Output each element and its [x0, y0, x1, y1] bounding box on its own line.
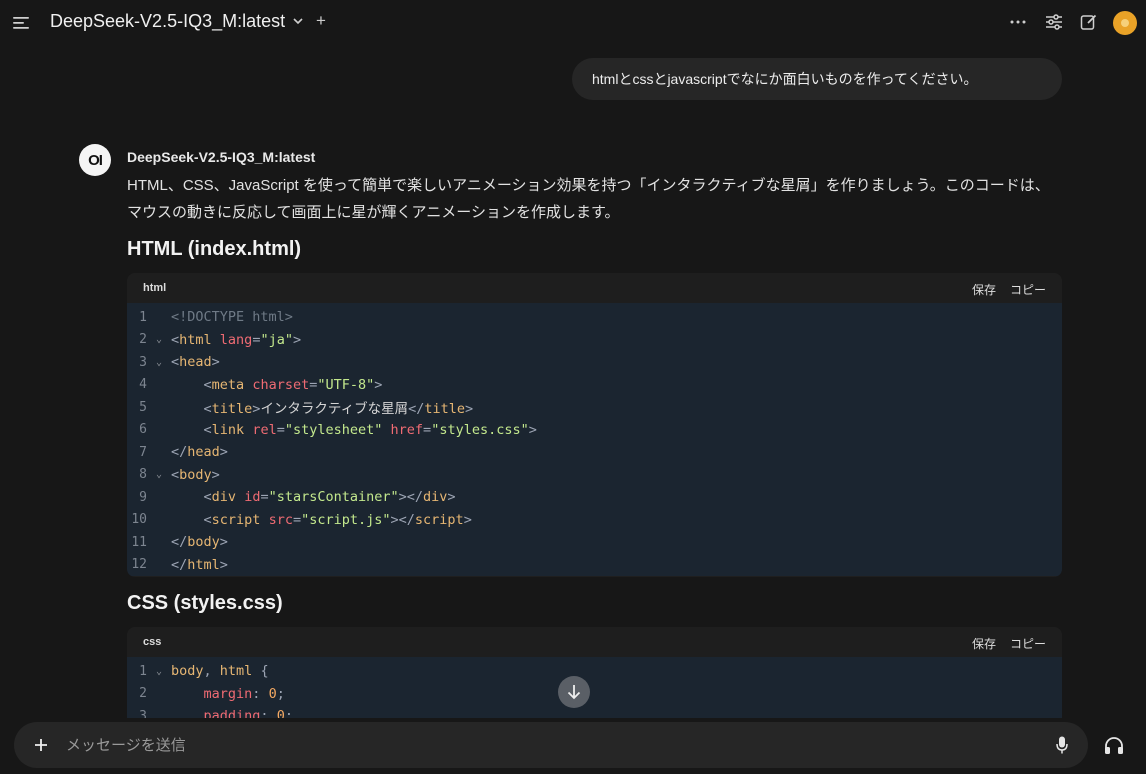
code-text: <!DOCTYPE html> [171, 309, 293, 326]
user-message-bubble: htmlとcssとjavascriptでなにか面白いものを作ってください。 [572, 58, 1062, 100]
code-line: 6 <link rel="stylesheet" href="styles.cs… [127, 419, 1062, 442]
line-number: 2 [139, 686, 147, 702]
line-number: 7 [139, 444, 147, 460]
code-text: <head> [171, 354, 220, 371]
line-number: 12 [131, 557, 147, 573]
code-language-label: css [143, 636, 162, 648]
css-section-heading: CSS (styles.css) [127, 592, 283, 614]
line-number: 8 [139, 467, 147, 483]
user-avatar[interactable] [1113, 11, 1137, 35]
sidebar-toggle-icon[interactable] [12, 13, 32, 33]
code-block-header: html 保存 コピー [127, 273, 1062, 303]
message-input-bar [14, 722, 1088, 768]
scroll-to-bottom-button[interactable] [558, 676, 590, 708]
user-message-text: htmlとcssとjavascriptでなにか面白いものを作ってください。 [592, 71, 978, 87]
copy-button[interactable]: コピー [1010, 635, 1046, 652]
top-bar: DeepSeek-V2.5-IQ3_M:latest + [0, 0, 1146, 46]
fold-chevron-icon[interactable]: ⌄ [147, 666, 171, 677]
code-line: 8 ⌄ <body> [127, 464, 1062, 487]
save-button[interactable]: 保存 [972, 635, 996, 652]
code-text: <meta charset="UTF-8"> [203, 376, 383, 393]
code-text: margin: 0; [203, 685, 285, 702]
code-text: <div id="starsContainer"></div> [203, 489, 456, 506]
assistant-logo: OI [79, 144, 111, 176]
microphone-icon[interactable] [1052, 735, 1072, 755]
fold-chevron-icon[interactable]: ⌄ [147, 357, 171, 368]
new-chat-edit-icon[interactable] [1079, 12, 1099, 32]
code-language-label: html [143, 282, 167, 294]
line-number: 10 [131, 512, 147, 528]
code-line: 3 ⌄ <head> [127, 351, 1062, 374]
code-text: <html lang="ja"> [171, 331, 302, 348]
html-code-block: html 保存 コピー 1 <!DOCTYPE html> 2 ⌄ <html lang… [127, 273, 1062, 577]
line-number: 11 [131, 534, 147, 550]
add-model-button[interactable]: + [316, 11, 326, 31]
save-button[interactable]: 保存 [972, 281, 996, 298]
fold-chevron-icon[interactable]: ⌄ [147, 334, 171, 345]
code-block-header: css 保存 コピー [127, 627, 1062, 657]
code-text: </body> [171, 534, 228, 551]
fold-chevron-icon[interactable]: ⌄ [147, 469, 171, 480]
code-editor[interactable]: 1 <!DOCTYPE html> 2 ⌄ <html lang="ja"> 3 ⌄ <hea… [127, 303, 1062, 576]
code-text: </head> [171, 444, 228, 461]
code-text: <title>インタラクティブな星屑</title> [203, 401, 474, 418]
arrow-down-icon [567, 685, 581, 700]
model-selector[interactable]: DeepSeek-V2.5-IQ3_M:latest [50, 11, 303, 32]
code-line: 11 </body> [127, 531, 1062, 554]
code-line: 5 <title>インタラクティブな星屑</title> [127, 396, 1062, 419]
line-number: 6 [139, 422, 147, 438]
code-text: <body> [171, 466, 220, 483]
code-line: 12 </html> [127, 554, 1062, 577]
code-line: 10 <script src="script.js"></script> [127, 509, 1062, 532]
headphones-icon[interactable] [1102, 734, 1126, 758]
code-text: <link rel="stylesheet" href="styles.css"… [203, 421, 537, 438]
line-number: 9 [139, 489, 147, 505]
code-line: 2 margin: 0; [127, 683, 1062, 706]
code-editor[interactable]: 1 ⌄ body, html {2 margin: 0; 3 padding: 0; [127, 657, 1062, 728]
html-section-heading: HTML (index.html) [127, 238, 302, 260]
code-line: 4 <meta charset="UTF-8"> [127, 374, 1062, 397]
settings-sliders-icon[interactable] [1044, 12, 1064, 32]
chevron-down-icon [293, 16, 303, 28]
line-number: 3 [139, 354, 147, 370]
message-input[interactable] [66, 734, 1026, 756]
assistant-intro-text: HTML、CSS、JavaScript を使って簡単で楽しいアニメーション効果を… [127, 177, 1050, 221]
code-line: 7 </head> [127, 441, 1062, 464]
code-text: body, html { [171, 663, 269, 680]
code-line: 1 ⌄ body, html { [127, 660, 1062, 683]
line-number: 4 [139, 377, 147, 393]
more-options-icon[interactable] [1008, 12, 1028, 32]
code-line: 9 <div id="starsContainer"></div> [127, 486, 1062, 509]
model-selector-label: DeepSeek-V2.5-IQ3_M:latest [50, 11, 286, 31]
code-text: </html> [171, 556, 228, 573]
line-number: 1 [139, 663, 147, 679]
copy-button[interactable]: コピー [1010, 281, 1046, 298]
code-line: 1 <!DOCTYPE html> [127, 306, 1062, 329]
assistant-model-name: DeepSeek-V2.5-IQ3_M:latest [127, 149, 316, 165]
line-number: 2 [139, 332, 147, 348]
code-text: <script src="script.js"></script> [203, 511, 472, 528]
plus-icon[interactable] [32, 736, 50, 754]
line-number: 5 [139, 399, 147, 415]
code-line: 2 ⌄ <html lang="ja"> [127, 329, 1062, 352]
line-number: 1 [139, 309, 147, 325]
